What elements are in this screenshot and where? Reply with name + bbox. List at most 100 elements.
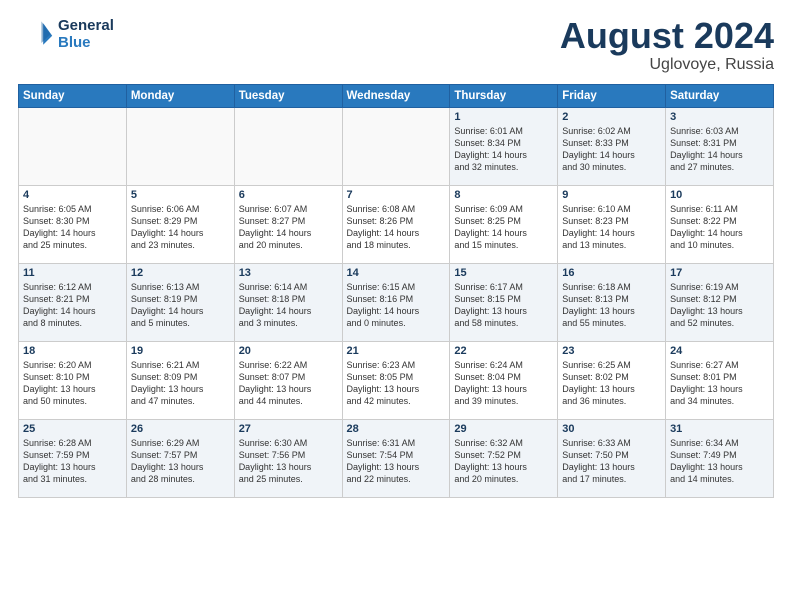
day-cell: 22Sunrise: 6:24 AM Sunset: 8:04 PM Dayli… bbox=[450, 341, 558, 419]
logo-text: General Blue bbox=[58, 17, 114, 52]
weekday-header-tuesday: Tuesday bbox=[234, 84, 342, 107]
day-cell: 5 Sunrise: 6:06 AM Sunset: 8:29 PM Daylig… bbox=[126, 185, 234, 263]
day-cell: 19Sunrise: 6:21 AM Sunset: 8:09 PM Dayli… bbox=[126, 341, 234, 419]
day-number: 31 bbox=[670, 423, 769, 435]
day-info: Sunrise: 6:20 AM Sunset: 8:10 PM Dayligh… bbox=[23, 359, 122, 408]
day-number: 7 bbox=[347, 189, 446, 201]
title-block: August 2024 Uglovoye, Russia bbox=[560, 16, 774, 74]
day-cell: 6 Sunrise: 6:07 AM Sunset: 8:27 PM Daylig… bbox=[234, 185, 342, 263]
day-cell: 27 Sunrise: 6:30 AM Sunset: 7:56 PM Dayli… bbox=[234, 419, 342, 497]
day-number: 8 bbox=[454, 189, 553, 201]
day-info: Sunrise: 6:31 AM Sunset: 7:54 PM Dayligh… bbox=[347, 437, 446, 486]
weekday-header-monday: Monday bbox=[126, 84, 234, 107]
day-info: Sunrise: 6:05 AM Sunset: 8:30 PM Dayligh… bbox=[23, 203, 122, 252]
day-number: 12 bbox=[131, 267, 230, 279]
day-number: 6 bbox=[239, 189, 338, 201]
weekday-header-wednesday: Wednesday bbox=[342, 84, 450, 107]
day-number: 4 bbox=[23, 189, 122, 201]
weekday-header-thursday: Thursday bbox=[450, 84, 558, 107]
day-cell: 15Sunrise: 6:17 AM Sunset: 8:15 PM Dayli… bbox=[450, 263, 558, 341]
logo-blue: Blue bbox=[58, 34, 91, 51]
day-info: Sunrise: 6:17 AM Sunset: 8:15 PM Dayligh… bbox=[454, 281, 553, 330]
day-cell: 28 Sunrise: 6:31 AM Sunset: 7:54 PM Dayli… bbox=[342, 419, 450, 497]
day-info: Sunrise: 6:10 AM Sunset: 8:23 PM Dayligh… bbox=[562, 203, 661, 252]
day-info: Sunrise: 6:27 AM Sunset: 8:01 PM Dayligh… bbox=[670, 359, 769, 408]
day-info: Sunrise: 6:28 AM Sunset: 7:59 PM Dayligh… bbox=[23, 437, 122, 486]
day-cell: 29Sunrise: 6:32 AM Sunset: 7:52 PM Dayli… bbox=[450, 419, 558, 497]
header-row: SundayMondayTuesdayWednesdayThursdayFrid… bbox=[19, 84, 774, 107]
day-number: 17 bbox=[670, 267, 769, 279]
header: General Blue August 2024 Uglovoye, Russi… bbox=[18, 16, 774, 74]
logo-icon bbox=[18, 16, 54, 52]
day-cell: 1 Sunrise: 6:01 AM Sunset: 8:34 PM Daylig… bbox=[450, 107, 558, 185]
day-info: Sunrise: 6:09 AM Sunset: 8:25 PM Dayligh… bbox=[454, 203, 553, 252]
week-row-5: 25 Sunrise: 6:28 AM Sunset: 7:59 PM Dayli… bbox=[19, 419, 774, 497]
day-cell: 21 Sunrise: 6:23 AM Sunset: 8:05 PM Dayli… bbox=[342, 341, 450, 419]
day-cell: 2 Sunrise: 6:02 AM Sunset: 8:33 PM Daylig… bbox=[558, 107, 666, 185]
logo-general: General bbox=[58, 17, 114, 34]
day-info: Sunrise: 6:33 AM Sunset: 7:50 PM Dayligh… bbox=[562, 437, 661, 486]
week-row-1: 1 Sunrise: 6:01 AM Sunset: 8:34 PM Daylig… bbox=[19, 107, 774, 185]
day-number: 27 bbox=[239, 423, 338, 435]
day-number: 2 bbox=[562, 111, 661, 123]
day-number: 9 bbox=[562, 189, 661, 201]
day-info: Sunrise: 6:13 AM Sunset: 8:19 PM Dayligh… bbox=[131, 281, 230, 330]
day-info: Sunrise: 6:34 AM Sunset: 7:49 PM Dayligh… bbox=[670, 437, 769, 486]
day-cell bbox=[234, 107, 342, 185]
day-number: 21 bbox=[347, 345, 446, 357]
week-row-3: 11Sunrise: 6:12 AM Sunset: 8:21 PM Dayli… bbox=[19, 263, 774, 341]
day-cell: 17Sunrise: 6:19 AM Sunset: 8:12 PM Dayli… bbox=[666, 263, 774, 341]
day-cell: 31 Sunrise: 6:34 AM Sunset: 7:49 PM Dayli… bbox=[666, 419, 774, 497]
day-cell: 16Sunrise: 6:18 AM Sunset: 8:13 PM Dayli… bbox=[558, 263, 666, 341]
week-row-4: 18Sunrise: 6:20 AM Sunset: 8:10 PM Dayli… bbox=[19, 341, 774, 419]
day-number: 25 bbox=[23, 423, 122, 435]
day-info: Sunrise: 6:07 AM Sunset: 8:27 PM Dayligh… bbox=[239, 203, 338, 252]
day-cell: 26Sunrise: 6:29 AM Sunset: 7:57 PM Dayli… bbox=[126, 419, 234, 497]
day-info: Sunrise: 6:23 AM Sunset: 8:05 PM Dayligh… bbox=[347, 359, 446, 408]
day-info: Sunrise: 6:01 AM Sunset: 8:34 PM Dayligh… bbox=[454, 125, 553, 174]
day-cell: 13 Sunrise: 6:14 AM Sunset: 8:18 PM Dayli… bbox=[234, 263, 342, 341]
day-cell: 4 Sunrise: 6:05 AM Sunset: 8:30 PM Daylig… bbox=[19, 185, 127, 263]
day-number: 24 bbox=[670, 345, 769, 357]
day-cell: 9 Sunrise: 6:10 AM Sunset: 8:23 PM Daylig… bbox=[558, 185, 666, 263]
day-cell: 24 Sunrise: 6:27 AM Sunset: 8:01 PM Dayli… bbox=[666, 341, 774, 419]
weekday-header-saturday: Saturday bbox=[666, 84, 774, 107]
day-info: Sunrise: 6:11 AM Sunset: 8:22 PM Dayligh… bbox=[670, 203, 769, 252]
day-info: Sunrise: 6:02 AM Sunset: 8:33 PM Dayligh… bbox=[562, 125, 661, 174]
day-number: 30 bbox=[562, 423, 661, 435]
day-info: Sunrise: 6:15 AM Sunset: 8:16 PM Dayligh… bbox=[347, 281, 446, 330]
day-cell: 8 Sunrise: 6:09 AM Sunset: 8:25 PM Daylig… bbox=[450, 185, 558, 263]
day-number: 19 bbox=[131, 345, 230, 357]
day-number: 5 bbox=[131, 189, 230, 201]
day-cell: 14 Sunrise: 6:15 AM Sunset: 8:16 PM Dayli… bbox=[342, 263, 450, 341]
day-number: 3 bbox=[670, 111, 769, 123]
day-info: Sunrise: 6:06 AM Sunset: 8:29 PM Dayligh… bbox=[131, 203, 230, 252]
day-info: Sunrise: 6:24 AM Sunset: 8:04 PM Dayligh… bbox=[454, 359, 553, 408]
day-cell: 12 Sunrise: 6:13 AM Sunset: 8:19 PM Dayli… bbox=[126, 263, 234, 341]
day-number: 1 bbox=[454, 111, 553, 123]
day-info: Sunrise: 6:14 AM Sunset: 8:18 PM Dayligh… bbox=[239, 281, 338, 330]
day-info: Sunrise: 6:30 AM Sunset: 7:56 PM Dayligh… bbox=[239, 437, 338, 486]
day-info: Sunrise: 6:12 AM Sunset: 8:21 PM Dayligh… bbox=[23, 281, 122, 330]
weekday-header-friday: Friday bbox=[558, 84, 666, 107]
location: Uglovoye, Russia bbox=[560, 56, 774, 74]
logo: General Blue bbox=[18, 16, 114, 52]
day-info: Sunrise: 6:25 AM Sunset: 8:02 PM Dayligh… bbox=[562, 359, 661, 408]
day-cell: 23Sunrise: 6:25 AM Sunset: 8:02 PM Dayli… bbox=[558, 341, 666, 419]
day-info: Sunrise: 6:08 AM Sunset: 8:26 PM Dayligh… bbox=[347, 203, 446, 252]
day-cell: 3Sunrise: 6:03 AM Sunset: 8:31 PM Daylig… bbox=[666, 107, 774, 185]
day-cell: 7 Sunrise: 6:08 AM Sunset: 8:26 PM Daylig… bbox=[342, 185, 450, 263]
day-number: 14 bbox=[347, 267, 446, 279]
day-number: 13 bbox=[239, 267, 338, 279]
day-info: Sunrise: 6:22 AM Sunset: 8:07 PM Dayligh… bbox=[239, 359, 338, 408]
day-info: Sunrise: 6:18 AM Sunset: 8:13 PM Dayligh… bbox=[562, 281, 661, 330]
month-title: August 2024 bbox=[560, 16, 774, 56]
day-number: 28 bbox=[347, 423, 446, 435]
day-cell: 20Sunrise: 6:22 AM Sunset: 8:07 PM Dayli… bbox=[234, 341, 342, 419]
day-cell: 30 Sunrise: 6:33 AM Sunset: 7:50 PM Dayli… bbox=[558, 419, 666, 497]
page: General Blue August 2024 Uglovoye, Russi… bbox=[0, 0, 792, 612]
calendar-table: SundayMondayTuesdayWednesdayThursdayFrid… bbox=[18, 84, 774, 498]
day-cell: 11Sunrise: 6:12 AM Sunset: 8:21 PM Dayli… bbox=[19, 263, 127, 341]
day-cell: 25 Sunrise: 6:28 AM Sunset: 7:59 PM Dayli… bbox=[19, 419, 127, 497]
day-number: 29 bbox=[454, 423, 553, 435]
